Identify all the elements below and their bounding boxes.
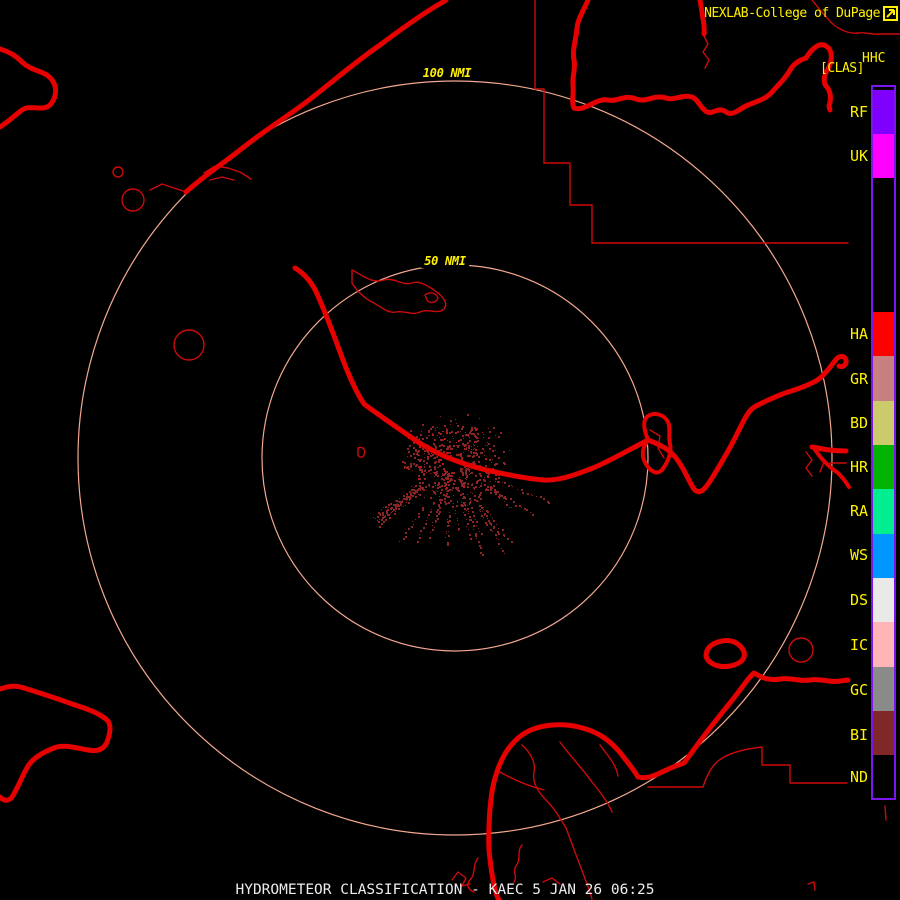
legend-label-HR: HR	[849, 458, 868, 476]
legend-swatch-HA	[873, 312, 894, 356]
legend-label-GR: GR	[849, 370, 868, 388]
legend-label-BI: BI	[849, 726, 868, 744]
legend-swatch-IC	[873, 622, 894, 667]
legend-swatch-HR	[873, 445, 894, 489]
range-ring-50-label: 50 NMI	[421, 254, 469, 268]
legend-swatch-RA	[873, 489, 894, 534]
legend-label-GC: GC	[849, 681, 868, 699]
legend-label-UK: UK	[849, 147, 868, 165]
radar-map	[0, 0, 900, 900]
legend-label-HA: HA	[849, 325, 868, 343]
radar-display: NEXLAB-College of DuPage HHC [CLAS] 100 …	[0, 0, 900, 900]
product-tag: [CLAS]	[820, 61, 864, 76]
range-ring-100-label: 100 NMI	[419, 66, 475, 80]
legend-swatch-BI	[873, 711, 894, 755]
legend-swatch-RF	[873, 90, 894, 134]
product-code: HHC	[862, 51, 886, 66]
brand-text: NEXLAB-College of DuPage	[704, 6, 880, 21]
legend-label-ND: ND	[849, 768, 868, 786]
cod-logo-icon	[883, 6, 898, 21]
status-text: HYDROMETEOR CLASSIFICATION - KAEC 5 JAN …	[235, 882, 655, 898]
legend-label-RA: RA	[849, 502, 868, 520]
legend-label-WS: WS	[849, 546, 868, 564]
map-outlines-thin	[112, 0, 900, 900]
radar-echo-speckles	[373, 414, 550, 556]
legend-swatch-UK	[873, 134, 894, 178]
legend-label-DS: DS	[849, 591, 868, 609]
legend-swatch-ND	[873, 755, 894, 796]
legend-swatch-WS	[873, 534, 894, 578]
legend-label-BD: BD	[849, 414, 868, 432]
legend-swatch-GC	[873, 667, 894, 711]
legend-swatch-DS	[873, 578, 894, 622]
legend-swatch-GR	[873, 356, 894, 401]
legend-label-RF: RF	[849, 103, 868, 121]
legend-swatch-BD	[873, 401, 894, 445]
legend-label-IC: IC	[849, 636, 868, 654]
